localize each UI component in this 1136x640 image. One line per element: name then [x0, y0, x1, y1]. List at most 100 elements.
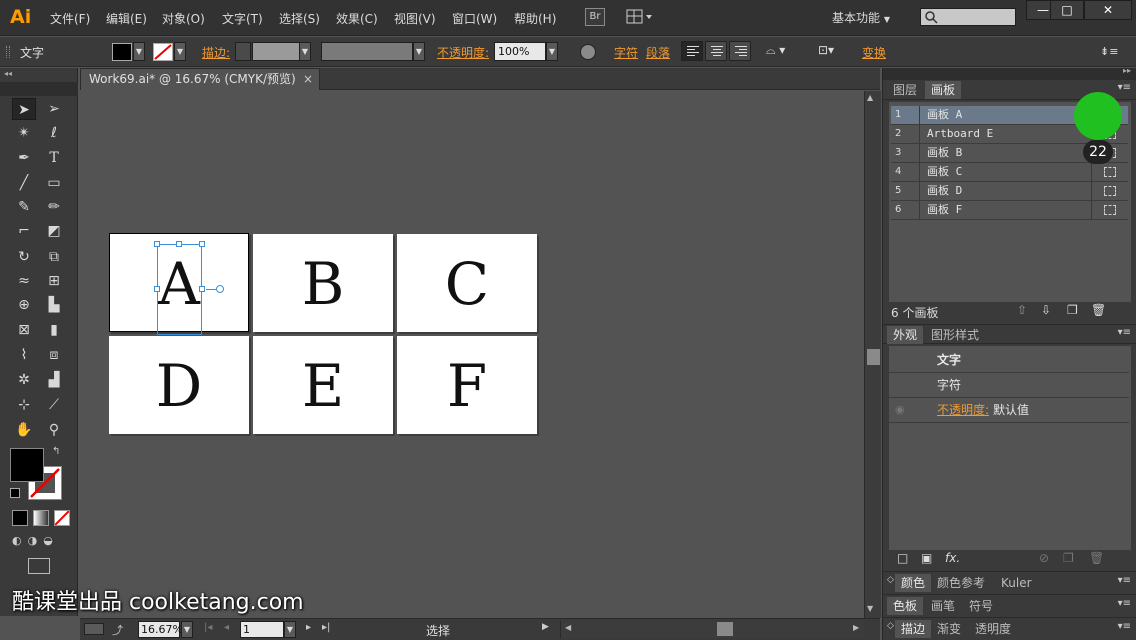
- width-tool-icon[interactable]: ≈: [12, 270, 36, 292]
- first-artboard-icon[interactable]: |◂: [204, 622, 212, 633]
- arrange-documents-icon[interactable]: [626, 9, 654, 25]
- swap-colors-icon[interactable]: ↰: [52, 446, 60, 457]
- artboard-options-icon[interactable]: [1104, 205, 1116, 215]
- pen-tool-icon[interactable]: ✒: [12, 147, 36, 169]
- menu-file[interactable]: 文件(F): [50, 10, 90, 27]
- tab-artboards[interactable]: 画板: [925, 81, 962, 99]
- none-mode-button[interactable]: [54, 510, 70, 526]
- status-options-icon[interactable]: [84, 623, 104, 635]
- selection-handle[interactable]: [199, 241, 205, 247]
- fill-swatch[interactable]: [112, 43, 132, 61]
- text-thread-port[interactable]: [216, 285, 224, 293]
- next-artboard-icon[interactable]: ▸: [306, 622, 311, 633]
- artboard-row[interactable]: 4 画板 C: [891, 163, 1128, 182]
- search-input[interactable]: [920, 8, 1016, 26]
- canvas[interactable]: A B C D E F: [80, 91, 864, 618]
- previous-artboard-icon[interactable]: ◂: [224, 622, 229, 633]
- tab-graphic-styles[interactable]: 图形样式: [925, 326, 985, 344]
- last-artboard-icon[interactable]: ▸|: [322, 622, 330, 633]
- selection-handle[interactable]: [154, 241, 160, 247]
- opacity-dropdown[interactable]: ▼: [546, 42, 558, 61]
- expand-icon[interactable]: ◇: [887, 621, 894, 631]
- visibility-eye-icon[interactable]: ◉: [895, 398, 905, 422]
- delete-item-icon[interactable]: 🗑: [1089, 551, 1104, 565]
- magic-wand-tool-icon[interactable]: ✴: [12, 122, 36, 144]
- collapse-icon[interactable]: ◂◂: [4, 69, 12, 78]
- panel-menu-icon[interactable]: ▾≡: [1118, 327, 1131, 338]
- stroke-weight-dropdown[interactable]: ▼: [299, 42, 311, 61]
- expand-icon[interactable]: ◇: [887, 575, 894, 585]
- horizontal-scroll-thumb[interactable]: [717, 622, 733, 636]
- menu-effect[interactable]: 效果(C): [336, 10, 378, 27]
- align-left-button[interactable]: [681, 41, 703, 61]
- shape-builder-tool-icon[interactable]: ⊕: [12, 294, 36, 316]
- close-window-button[interactable]: ✕: [1084, 0, 1132, 20]
- artboard-tool-icon[interactable]: ⊹: [12, 394, 36, 416]
- default-colors-icon[interactable]: [10, 488, 20, 498]
- scroll-left-icon[interactable]: ◀: [565, 623, 571, 632]
- variable-width-field[interactable]: [321, 42, 413, 61]
- document-tab[interactable]: Work69.ai* @ 16.67% (CMYK/预览) ×: [80, 68, 320, 90]
- add-stroke-icon[interactable]: □: [897, 551, 908, 565]
- stroke-label[interactable]: 描边:: [202, 44, 230, 61]
- hand-tool-icon[interactable]: ✋: [12, 419, 36, 441]
- artboard-b[interactable]: B: [253, 234, 393, 332]
- tab-layers[interactable]: 图层: [887, 81, 923, 99]
- tab-color-guide[interactable]: 颜色参考: [931, 574, 991, 592]
- envelope-warp-icon[interactable]: ⌓ ▾: [766, 43, 796, 61]
- fill-color-swatch[interactable]: [10, 448, 44, 482]
- add-effect-icon[interactable]: fx.: [945, 551, 960, 565]
- blend-tool-icon[interactable]: ⧈: [42, 344, 66, 366]
- variable-width-dropdown[interactable]: ▼: [413, 42, 425, 61]
- appearance-row-opacity[interactable]: ◉ 不透明度: 默认值: [889, 398, 1129, 423]
- stroke-swatch[interactable]: [153, 43, 173, 61]
- align-center-button[interactable]: [705, 41, 727, 61]
- panel-menu-icon[interactable]: ▾≡: [1118, 621, 1131, 632]
- type-tool-icon[interactable]: T: [42, 147, 66, 169]
- tab-transparency[interactable]: 透明度: [969, 620, 1017, 638]
- paintbrush-tool-icon[interactable]: ✎: [12, 196, 36, 218]
- symbol-sprayer-tool-icon[interactable]: ✲: [12, 369, 36, 391]
- artboard-a[interactable]: A: [109, 233, 249, 335]
- duplicate-item-icon[interactable]: ❐: [1063, 551, 1074, 565]
- character-link[interactable]: 字符: [614, 44, 638, 61]
- vertical-scroll-thumb[interactable]: [867, 349, 880, 365]
- maximize-button[interactable]: □: [1050, 0, 1084, 20]
- eraser-tool-icon[interactable]: ◩: [42, 220, 66, 242]
- vertical-scrollbar[interactable]: ▲ ▼: [864, 91, 881, 618]
- zoom-tool-icon[interactable]: ⚲: [42, 419, 66, 441]
- menu-select[interactable]: 选择(S): [279, 10, 320, 27]
- scroll-up-icon[interactable]: ▲: [867, 93, 879, 103]
- artboard-f[interactable]: F: [397, 336, 537, 434]
- appearance-row-type[interactable]: 文字: [889, 348, 1129, 373]
- menu-type[interactable]: 文字(T): [222, 10, 263, 27]
- text-selection-box[interactable]: [157, 244, 202, 335]
- panel-menu-icon[interactable]: ▾≡: [1118, 82, 1131, 93]
- direct-selection-tool-icon[interactable]: ➢: [42, 98, 66, 120]
- reference-point-icon[interactable]: ⊡▾: [818, 43, 844, 61]
- delete-artboard-icon[interactable]: 🗑: [1091, 303, 1106, 317]
- menu-edit[interactable]: 编辑(E): [106, 10, 147, 27]
- menu-object[interactable]: 对象(O): [162, 10, 205, 27]
- horizontal-scrollbar[interactable]: ◀ ▶: [560, 621, 864, 638]
- tab-stroke[interactable]: 描边: [895, 620, 932, 638]
- eyedropper-tool-icon[interactable]: ⌇: [12, 344, 36, 366]
- pencil-tool-icon[interactable]: ✏: [42, 196, 66, 218]
- artboard-number-field[interactable]: 1: [240, 621, 284, 638]
- line-tool-icon[interactable]: ╱: [12, 172, 36, 194]
- new-artboard-icon[interactable]: ❐: [1067, 303, 1078, 317]
- clear-appearance-icon[interactable]: ⊘: [1039, 551, 1049, 565]
- add-fill-icon[interactable]: ▣: [921, 551, 932, 565]
- slice-tool-icon[interactable]: ⟋: [42, 394, 66, 416]
- tab-gradient[interactable]: 渐变: [931, 620, 967, 638]
- menu-window[interactable]: 窗口(W): [452, 10, 497, 27]
- bridge-button[interactable]: Br: [585, 8, 605, 26]
- free-transform-tool-icon[interactable]: ⊞: [42, 270, 66, 292]
- drawing-modes-icon[interactable]: ◐◑◒: [12, 534, 70, 550]
- menu-help[interactable]: 帮助(H): [514, 10, 556, 27]
- appearance-opacity-label[interactable]: 不透明度:: [937, 398, 989, 422]
- stroke-weight-field[interactable]: [252, 42, 300, 61]
- tab-brushes[interactable]: 画笔: [925, 597, 961, 615]
- color-mode-button[interactable]: [12, 510, 28, 526]
- recolor-icon[interactable]: [580, 44, 596, 60]
